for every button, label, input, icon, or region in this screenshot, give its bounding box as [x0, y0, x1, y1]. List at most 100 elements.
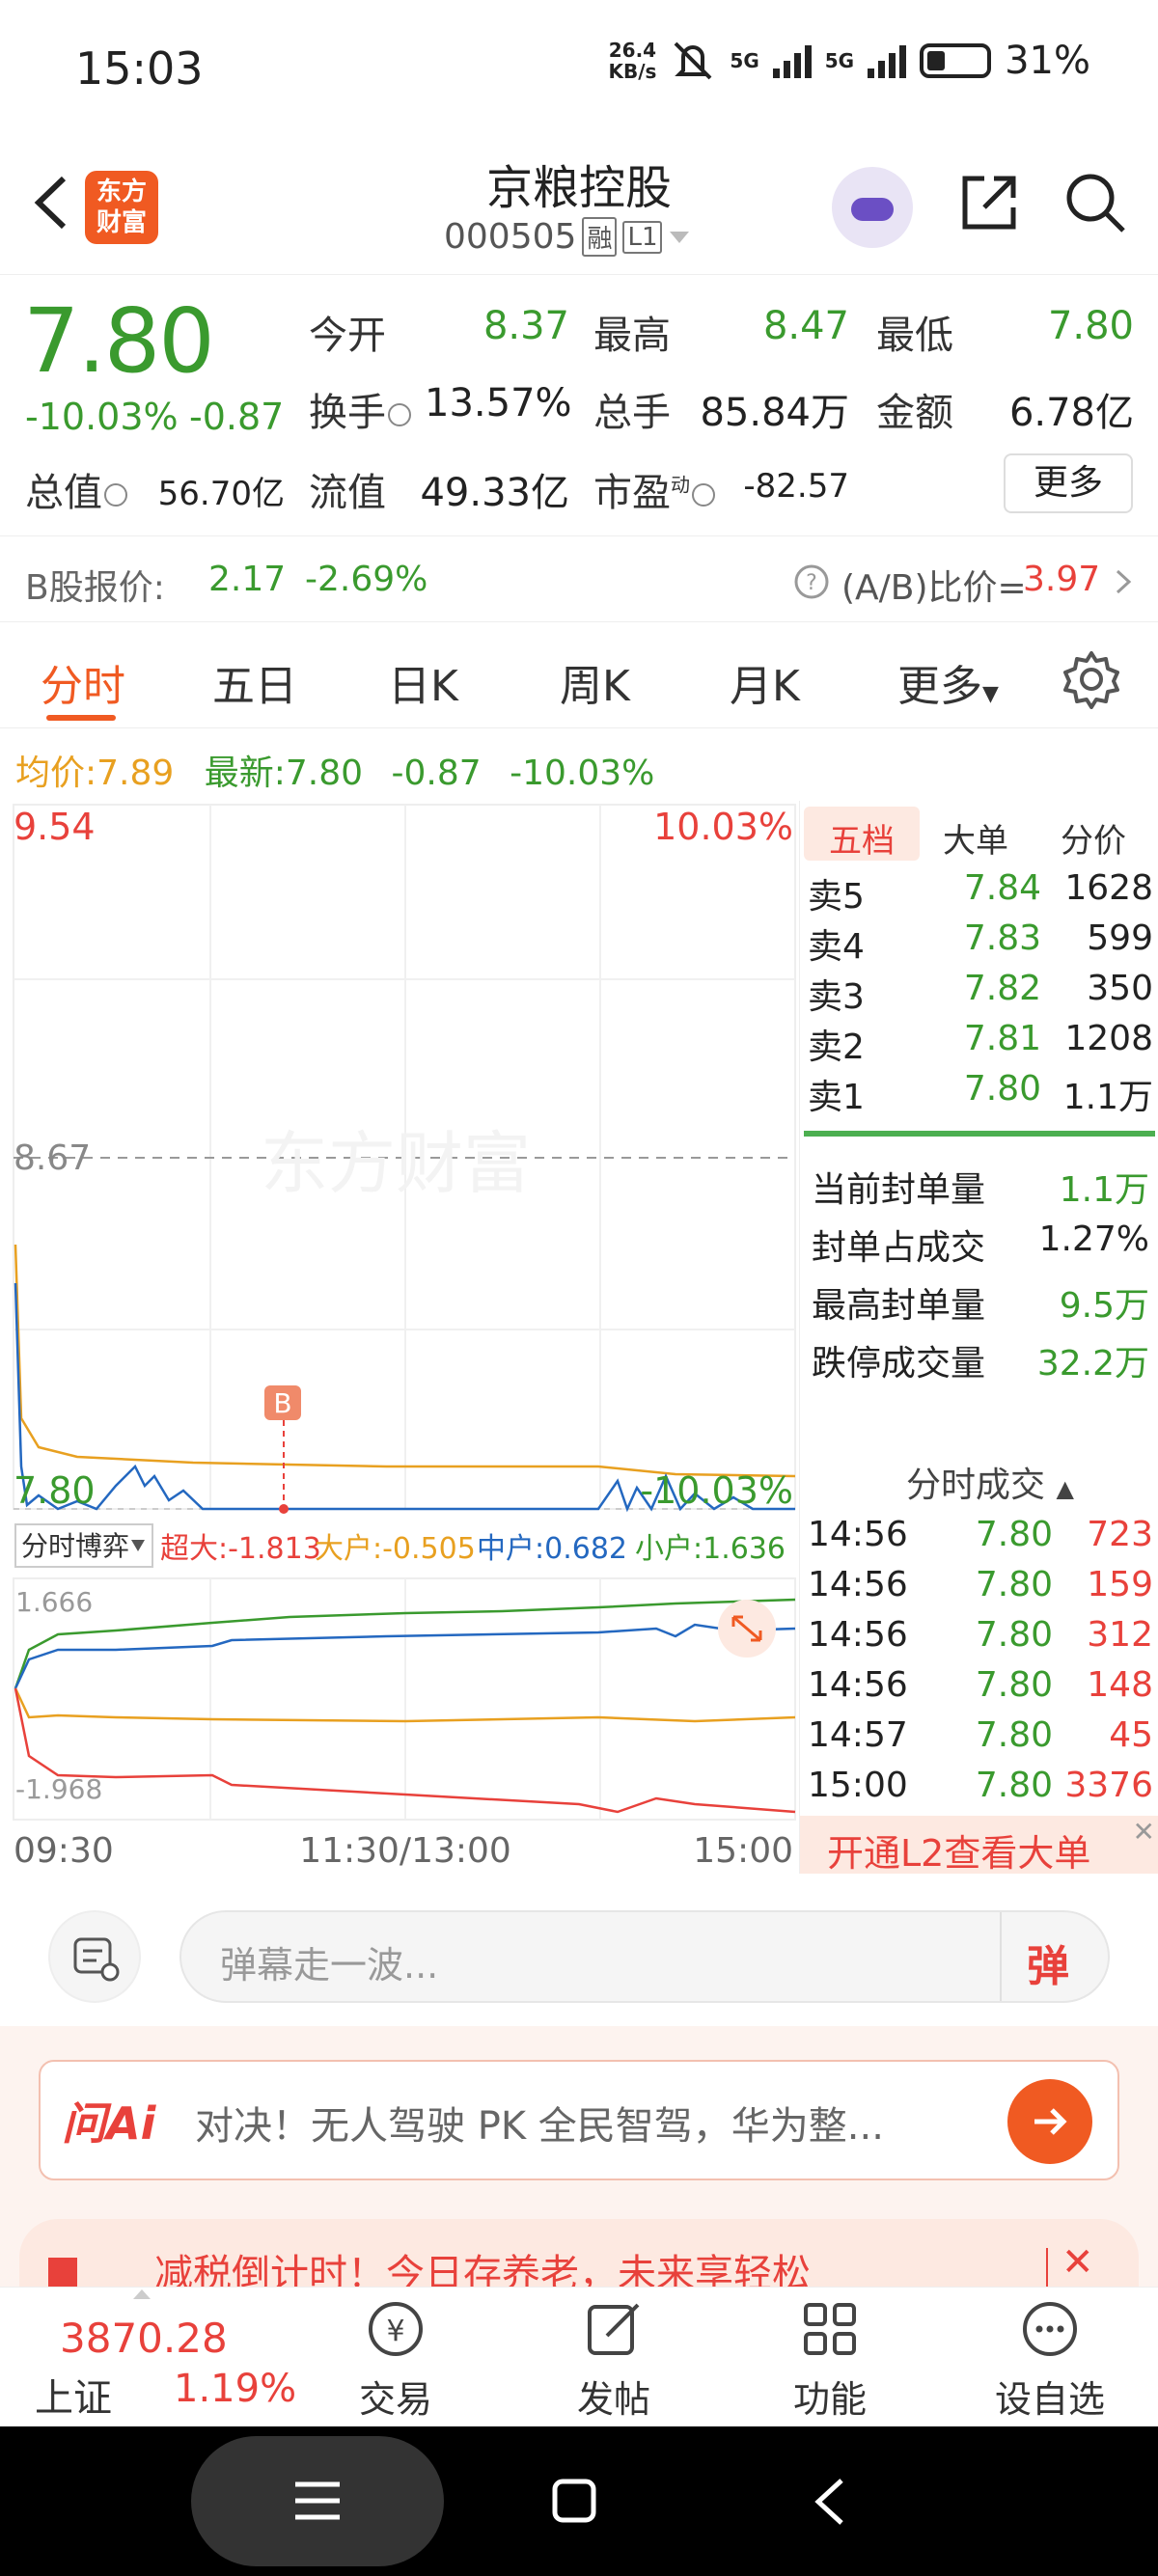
stat-row: 跌停成交量 32.2万: [800, 1335, 1158, 1385]
ask-ai-box[interactable]: 问Ai 对决！无人驾驶 PK 全民智驾，华为整...: [39, 2060, 1119, 2180]
info-icon[interactable]: [692, 483, 715, 507]
ab-ratio-label: (A/B)比价=: [841, 568, 1027, 608]
tick-volume: 159: [1087, 1565, 1153, 1604]
index-percent: 1.19%: [174, 2367, 297, 2411]
tab-weekly-k[interactable]: 周K: [560, 651, 630, 713]
close-icon[interactable]: ✕: [1133, 1816, 1155, 1848]
promo-divider: [1046, 2248, 1048, 2287]
big-flow-label: 大户:: [315, 1532, 382, 1566]
mid-price-label: 8.67: [14, 1138, 91, 1178]
tick-time: 14:56: [808, 1515, 908, 1554]
system-nav-bar: [0, 2426, 1158, 2576]
chevron-right-icon: [1116, 569, 1132, 594]
ask-volume: 1208: [1064, 1019, 1153, 1058]
ask-label: 卖4: [808, 927, 865, 967]
stat-label: 最高封单量: [812, 1286, 986, 1326]
home-square-icon[interactable]: [550, 2477, 598, 2525]
settings-gear-icon[interactable]: [1062, 649, 1121, 709]
tick-row: 14:56 7.80 312: [800, 1615, 1158, 1665]
danmu-list-button[interactable]: [48, 1910, 141, 2003]
ask-price: 7.80: [963, 1069, 1041, 1109]
close-icon[interactable]: ✕: [1062, 2240, 1094, 2285]
ai-robot-avatar[interactable]: [832, 167, 913, 248]
megaphone-icon: [48, 2258, 77, 2287]
tab-functions[interactable]: 功能: [762, 2297, 897, 2423]
nav-back-icon[interactable]: [811, 2475, 849, 2529]
time-mid-label: 11:30/13:00: [299, 1831, 511, 1871]
tab-price-distribution[interactable]: 分价: [1061, 814, 1126, 862]
tab-more[interactable]: 更多▼: [897, 651, 999, 713]
low-value: 7.80: [1047, 304, 1134, 348]
open-label: 今开: [309, 314, 386, 358]
stat-value: 1.1万: [1059, 1170, 1149, 1210]
chart-tabs: 分时 五日 日K 周K 月K 更多▼: [0, 622, 1158, 728]
tab-big-orders[interactable]: 大单: [943, 814, 1008, 862]
pe-value: -82.57: [743, 467, 849, 506]
promo-banner[interactable]: 减税倒计时！今日存养老，未来享轻松 ✕: [19, 2219, 1139, 2287]
level-tag: L1: [622, 220, 663, 254]
tick-row: 14:56 7.80 148: [800, 1665, 1158, 1715]
bottom-tab-bar: 3870.28 上证 1.19% ¥ 交易 发帖 功能 设自选: [0, 2287, 1158, 2426]
tab-five-day[interactable]: 五日: [212, 651, 297, 713]
turnover-label: 换手: [309, 381, 413, 437]
ask-ai-prompt: 对决！无人驾驶 PK 全民智驾，华为整...: [195, 2104, 884, 2149]
average-price-row: 均价:7.89 最新:7.80 -0.87 -10.03%: [15, 745, 654, 795]
tick-price: 7.80: [975, 1515, 1053, 1554]
tick-price: 7.80: [975, 1665, 1053, 1705]
tab-post[interactable]: 发帖: [546, 2297, 681, 2423]
tab-daily-k[interactable]: 日K: [388, 651, 458, 713]
share-icon[interactable]: [955, 169, 1023, 236]
nav-menu-button[interactable]: [191, 2436, 444, 2566]
tab-trade[interactable]: ¥ 交易: [328, 2297, 463, 2423]
more-quote-button[interactable]: 更多: [1004, 453, 1133, 513]
info-icon[interactable]: [104, 483, 127, 507]
stock-code-row[interactable]: 000505 融 L1: [444, 217, 691, 257]
tab-monthly-k[interactable]: 月K: [730, 651, 800, 713]
signal-icon-2: [868, 43, 907, 78]
tab-trade-label: 交易: [358, 2378, 432, 2421]
ask-label: 卖3: [808, 977, 865, 1017]
latest-label: 最新:: [204, 754, 286, 793]
turnover-label-text: 换手: [309, 391, 386, 435]
danmu-bar: 弹幕走一波... 弹: [0, 1877, 1158, 2026]
stock-code: 000505: [444, 217, 577, 257]
tick-volume: 3376: [1064, 1766, 1153, 1805]
active-tab-indicator: [46, 715, 116, 721]
intraday-chart[interactable]: 东方财富 B 9.54 10.03% 8.67 7.80 -10.03% 分时博…: [0, 801, 799, 1874]
tab-add-watchlist[interactable]: 设自选: [982, 2297, 1117, 2423]
tick-row: 14:56 7.80 159: [800, 1565, 1158, 1615]
change-percent: -10.03%: [25, 396, 179, 438]
ask-row: 卖5 7.84 1628: [800, 868, 1158, 918]
chevron-down-icon: [670, 231, 690, 243]
ab-ratio-value: 3.97: [1023, 560, 1101, 599]
status-time: 15:03: [75, 42, 204, 95]
stat-row: 最高封单量 9.5万: [800, 1277, 1158, 1328]
tab-intraday[interactable]: 分时: [41, 651, 125, 713]
search-icon[interactable]: [1062, 169, 1129, 236]
danmu-send-button[interactable]: 弹: [1027, 1932, 1069, 1993]
edit-icon: [588, 2303, 640, 2355]
ask-volume: 1628: [1064, 868, 1153, 908]
stat-row: 封单占成交 1.27%: [800, 1219, 1158, 1270]
status-bar: 15:03 26.4 KB/s 5G 5G 31%: [0, 0, 1158, 140]
question-icon[interactable]: ?: [793, 563, 830, 600]
b-share-row[interactable]: B股报价: 2.17 -2.69% ? (A/B)比价= 3.97: [0, 535, 1158, 622]
small-flow-label: 小户:: [635, 1532, 703, 1566]
ask-ai-logo: 问Ai: [62, 2097, 156, 2150]
tick-volume: 723: [1087, 1515, 1153, 1554]
index-ticker[interactable]: 3870.28 上证 1.19%: [0, 2288, 296, 2427]
info-icon[interactable]: [388, 403, 411, 426]
avg-label: 均价:: [15, 754, 97, 793]
ticks-title[interactable]: 分时成交 ▲: [906, 1457, 1074, 1507]
danmu-input[interactable]: 弹幕走一波... 弹: [179, 1910, 1110, 2003]
ask-ai-send-button[interactable]: [1007, 2079, 1092, 2164]
l2-banner[interactable]: 开通L2查看大单 ✕: [800, 1816, 1158, 1875]
stat-row: 当前封单量 1.1万: [800, 1162, 1158, 1212]
mid-flow-value: 0.682: [544, 1532, 627, 1566]
ask-label: 卖1: [808, 1078, 865, 1117]
tab-five-level[interactable]: 五档: [829, 814, 895, 862]
super-flow: 超大:-1.813: [160, 1532, 321, 1566]
high-label: 最高: [593, 314, 671, 358]
battery-icon: [920, 43, 992, 78]
ask-label: 卖2: [808, 1028, 865, 1067]
